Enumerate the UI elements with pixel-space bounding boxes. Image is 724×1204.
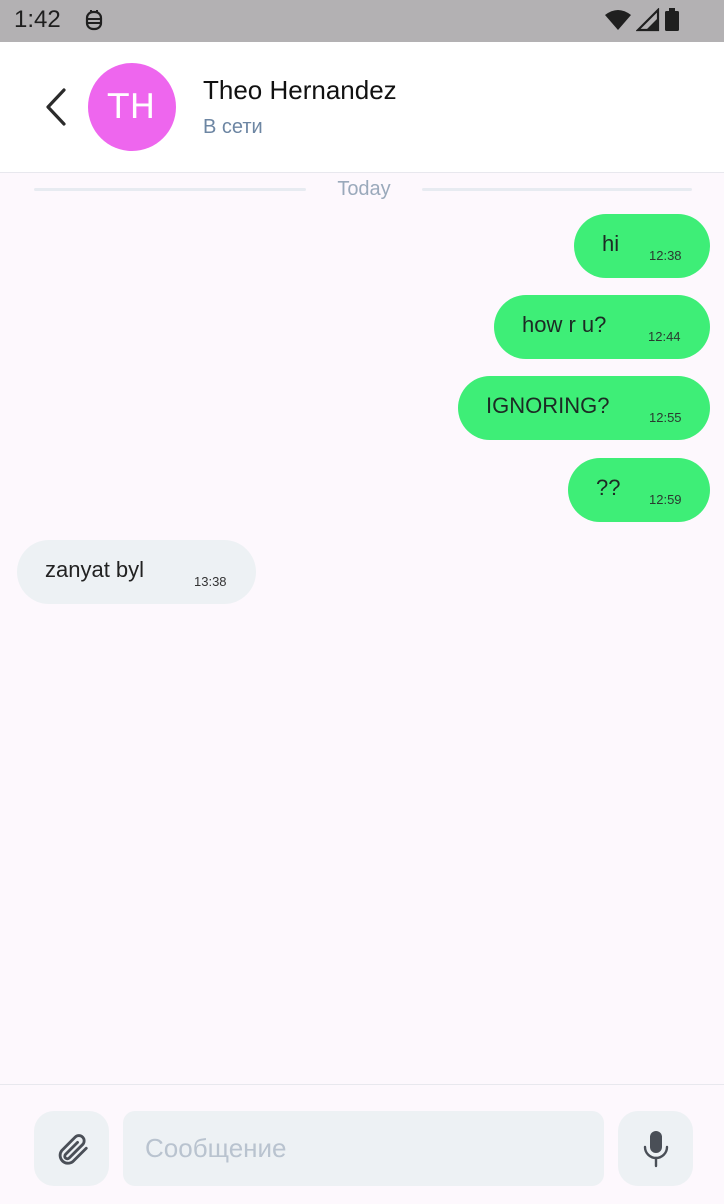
avatar[interactable]: TH — [88, 63, 176, 151]
message-bubble-outgoing[interactable]: hi 12:38 — [574, 214, 710, 278]
message-bubble-outgoing[interactable]: how r u? 12:44 — [494, 295, 710, 359]
message-text: ?? — [596, 475, 621, 500]
date-label: Today — [337, 178, 391, 200]
wifi-icon — [604, 8, 632, 32]
back-button[interactable] — [36, 82, 76, 132]
chevron-left-icon — [46, 88, 66, 126]
message-time: 12:38 — [649, 248, 682, 263]
app-notification-icon — [82, 8, 106, 32]
cell-signal-icon — [636, 8, 660, 32]
contact-name: Theo Hernandez — [203, 75, 397, 105]
chat-header: TH Theo Hernandez В сети — [0, 42, 724, 173]
message-bubble-outgoing[interactable]: ?? 12:59 — [568, 458, 710, 522]
divider — [422, 188, 692, 191]
message-time: 13:38 — [194, 574, 227, 589]
date-separator: Today — [34, 176, 692, 204]
status-bar: 1:42 — [0, 0, 724, 42]
composer-bar — [0, 1084, 724, 1204]
message-text: hi — [602, 231, 620, 256]
divider — [34, 188, 306, 191]
message-time: 12:59 — [649, 492, 682, 507]
message-text: how r u? — [522, 312, 607, 337]
message-time: 12:44 — [648, 329, 681, 344]
paperclip-icon — [58, 1133, 88, 1165]
message-bubble-outgoing[interactable]: IGNORING? 12:55 — [458, 376, 710, 440]
message-text: zanyat byl — [45, 557, 145, 582]
microphone-icon — [643, 1130, 668, 1167]
message-bubble-incoming[interactable]: zanyat byl 13:38 — [17, 540, 256, 604]
message-text: IGNORING? — [486, 393, 610, 418]
contact-status: В сети — [203, 116, 263, 138]
mic-button[interactable] — [618, 1111, 693, 1186]
attach-button[interactable] — [34, 1111, 109, 1186]
message-time: 12:55 — [649, 410, 682, 425]
battery-icon — [664, 8, 680, 32]
status-time: 1:42 — [14, 6, 61, 33]
message-input[interactable] — [123, 1111, 604, 1186]
